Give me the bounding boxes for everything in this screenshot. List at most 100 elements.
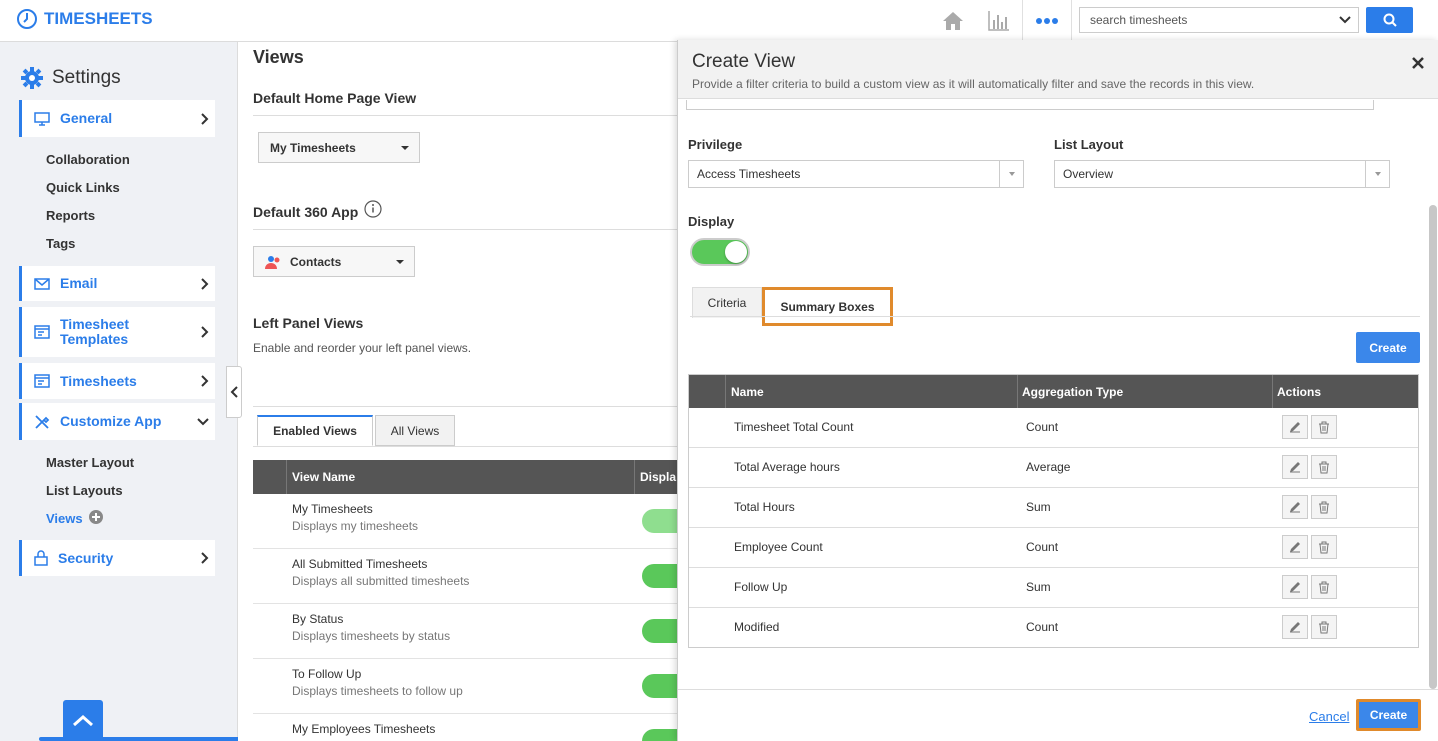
- table-row: Follow Up Sum: [689, 568, 1418, 608]
- chevron-down-icon: [1338, 16, 1351, 24]
- sidebar-item-timesheets[interactable]: Timesheets: [19, 363, 215, 399]
- sidebar-sub-quick-links[interactable]: Quick Links: [46, 180, 120, 195]
- header-divider: [725, 375, 726, 408]
- divider: [253, 115, 693, 116]
- timesheet-icon: [34, 374, 50, 388]
- cancel-link[interactable]: Cancel: [1309, 709, 1349, 724]
- app-title: TIMESHEETS: [44, 9, 153, 28]
- sidebar-item-label: Security: [58, 549, 114, 566]
- trash-icon[interactable]: [1311, 415, 1337, 439]
- summary-boxes-table: Name Aggregation Type Actions Timesheet …: [688, 374, 1419, 648]
- create-view-panel: Create View Provide a filter criteria to…: [677, 40, 1438, 741]
- chevron-up-icon: [73, 714, 93, 726]
- monitor-icon: [34, 111, 50, 126]
- sidebar-item-label: Customize App: [60, 413, 162, 429]
- summary-name: Total Average hours: [734, 460, 840, 474]
- edit-icon[interactable]: [1282, 495, 1308, 519]
- default-360-dropdown[interactable]: Contacts: [253, 246, 415, 277]
- col-aggregation-type: Aggregation Type: [1022, 385, 1124, 399]
- tab-summary-boxes[interactable]: Summary Boxes: [762, 287, 893, 326]
- edit-icon[interactable]: [1282, 575, 1308, 599]
- table-row[interactable]: By Status Displays timesheets by status: [253, 604, 692, 659]
- sidebar-item-general[interactable]: General: [19, 100, 215, 137]
- caret-down-icon: [1365, 161, 1389, 187]
- sidebar-item-security[interactable]: Security: [19, 540, 215, 576]
- more-dots-icon[interactable]: [1022, 0, 1072, 42]
- summary-name: Modified: [734, 620, 780, 634]
- summary-name: Timesheet Total Count: [734, 420, 854, 434]
- tab-all-views[interactable]: All Views: [375, 415, 455, 446]
- tab-criteria[interactable]: Criteria: [692, 287, 762, 318]
- table-row[interactable]: My Timesheets Displays my timesheets: [253, 494, 692, 549]
- caret-down-icon: [401, 146, 409, 150]
- privilege-select[interactable]: Access Timesheets: [688, 160, 1024, 188]
- col-name: Name: [731, 385, 764, 399]
- panel-footer: Cancel Create: [678, 689, 1438, 741]
- edit-icon[interactable]: [1282, 535, 1308, 559]
- view-name: By Status: [292, 612, 344, 626]
- sidebar-sub-reports[interactable]: Reports: [46, 208, 95, 223]
- info-icon[interactable]: [364, 200, 382, 218]
- col-actions: Actions: [1277, 385, 1322, 399]
- home-icon[interactable]: [930, 0, 976, 42]
- sidebar-sub-list-layouts[interactable]: List Layouts: [46, 483, 123, 498]
- table-row[interactable]: All Submitted Timesheets Displays all su…: [253, 549, 692, 604]
- sidebar-item-timesheet-templates[interactable]: Timesheet Templates: [19, 307, 215, 357]
- edit-icon[interactable]: [1282, 415, 1308, 439]
- search-input[interactable]: search timesheets: [1079, 7, 1332, 33]
- trash-icon[interactable]: [1311, 575, 1337, 599]
- sidebar-sub-views[interactable]: Views: [46, 511, 83, 526]
- add-circle-icon[interactable]: [89, 510, 103, 524]
- privilege-value: Access Timesheets: [697, 167, 801, 181]
- edit-icon[interactable]: [1282, 615, 1308, 639]
- collapse-sidebar-button[interactable]: [226, 366, 242, 418]
- default-home-dropdown[interactable]: My Timesheets: [258, 132, 420, 163]
- default-360-heading: Default 360 App: [253, 204, 359, 220]
- tab-enabled-views[interactable]: Enabled Views: [257, 415, 373, 446]
- sidebar-item-customize-app[interactable]: Customize App: [19, 403, 215, 440]
- close-icon[interactable]: [1412, 57, 1424, 69]
- settings-heading: Settings: [20, 66, 121, 90]
- trash-icon[interactable]: [1311, 535, 1337, 559]
- trash-icon[interactable]: [1311, 615, 1337, 639]
- panel-subtitle: Provide a filter criteria to build a cus…: [692, 77, 1255, 91]
- table-row: Employee Count Count: [689, 528, 1418, 568]
- trash-icon[interactable]: [1311, 495, 1337, 519]
- search-button[interactable]: [1366, 7, 1413, 33]
- view-name: My Timesheets: [292, 502, 373, 516]
- divider: [253, 446, 693, 447]
- chart-icon[interactable]: [976, 0, 1022, 42]
- panel-title: Create View: [692, 51, 796, 72]
- list-layout-label: List Layout: [1054, 137, 1124, 152]
- create-summary-button[interactable]: Create: [1356, 332, 1420, 363]
- chevron-right-icon: [201, 326, 209, 338]
- app-logo[interactable]: TIMESHEETS: [16, 8, 153, 30]
- view-name: To Follow Up: [292, 667, 362, 681]
- list-layout-select[interactable]: Overview: [1054, 160, 1390, 188]
- divider: [253, 406, 693, 407]
- toggle-knob: [725, 241, 747, 263]
- default-home-value: My Timesheets: [270, 140, 356, 155]
- create-view-button[interactable]: Create: [1356, 699, 1421, 731]
- summary-type: Sum: [1026, 500, 1051, 514]
- sidebar-sub-tags[interactable]: Tags: [46, 236, 75, 251]
- display-toggle[interactable]: [690, 238, 750, 266]
- sidebar-item-email[interactable]: Email: [19, 266, 215, 301]
- scroll-top-button[interactable]: [63, 700, 103, 741]
- previous-field-edge: [686, 100, 1374, 110]
- view-name: My Employees Timesheets: [292, 722, 436, 736]
- lock-icon: [34, 550, 48, 566]
- summary-name: Follow Up: [734, 580, 788, 594]
- sidebar-sub-master-layout[interactable]: Master Layout: [46, 455, 134, 470]
- table-row[interactable]: To Follow Up Displays timesheets to foll…: [253, 659, 692, 714]
- table-row[interactable]: My Employees Timesheets: [253, 714, 692, 741]
- caret-down-icon: [396, 260, 404, 264]
- edit-icon[interactable]: [1282, 455, 1308, 479]
- sidebar-sub-collaboration[interactable]: Collaboration: [46, 152, 130, 167]
- trash-icon[interactable]: [1311, 455, 1337, 479]
- search-dropdown[interactable]: [1331, 7, 1359, 33]
- view-desc: Displays timesheets to follow up: [292, 684, 463, 698]
- vertical-scrollbar[interactable]: [1429, 205, 1437, 689]
- chevron-down-icon: [197, 417, 209, 425]
- default-home-heading: Default Home Page View: [253, 90, 417, 106]
